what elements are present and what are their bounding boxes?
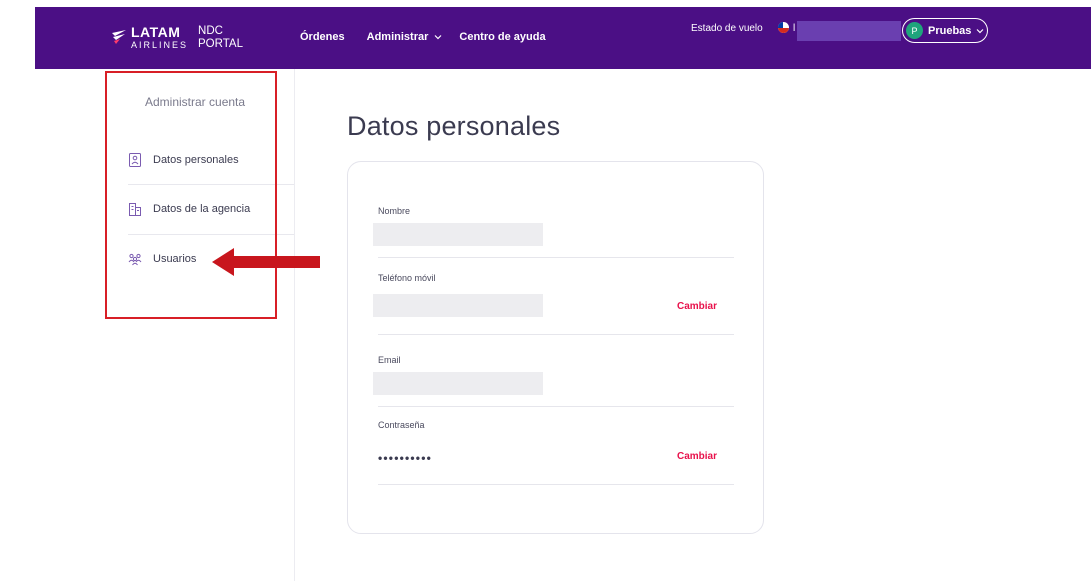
annotation-highlight-box (105, 71, 277, 319)
password-masked-value: •••••••••• (378, 451, 433, 465)
portal-name: NDC PORTAL (198, 25, 243, 51)
country-selector-text: l (793, 23, 796, 34)
page: LATAM AIRLINES NDC PORTAL Órdenes Admini… (0, 0, 1091, 581)
chile-flag-icon (778, 22, 789, 33)
field-separator (378, 484, 734, 485)
nombre-value-redacted (373, 223, 543, 246)
field-separator (378, 406, 734, 407)
nav-item-ordenes[interactable]: Órdenes (300, 31, 345, 43)
nav-item-administrar[interactable]: Administrar (367, 31, 443, 43)
redacted-area (797, 21, 901, 41)
logo-sub: AIRLINES (131, 40, 189, 50)
email-value-redacted (373, 372, 543, 395)
change-phone-link[interactable]: Cambiar (677, 301, 717, 312)
profile-menu-button[interactable]: P Pruebas (902, 18, 988, 43)
nav-item-centro-de-ayuda[interactable]: Centro de ayuda (459, 31, 545, 43)
flight-status-link[interactable]: Estado de vuelo (691, 23, 763, 34)
main-nav: Órdenes Administrar Centro de ayuda (300, 31, 568, 43)
logo-words: LATAM AIRLINES (131, 25, 188, 50)
portal-line-1: NDC (198, 25, 223, 37)
field-label-telefono: Teléfono móvil (378, 273, 436, 283)
sidebar-divider (294, 69, 295, 581)
profile-name: Pruebas (928, 24, 972, 37)
nav-label: Administrar (366, 31, 429, 43)
latam-logo[interactable]: LATAM AIRLINES NDC PORTAL (110, 25, 243, 51)
latam-bird-icon (112, 30, 126, 44)
chevron-down-icon (976, 28, 984, 33)
annotation-arrow-left-icon (212, 248, 320, 276)
avatar: P (906, 22, 923, 39)
page-title: Datos personales (347, 111, 561, 141)
field-label-contrasena: Contraseña (378, 420, 425, 430)
field-label-email: Email (378, 355, 401, 365)
nav-label: Órdenes (300, 31, 345, 43)
field-separator (378, 334, 734, 335)
field-separator (378, 257, 734, 258)
telefono-value-redacted (373, 294, 543, 317)
field-label-nombre: Nombre (378, 206, 411, 216)
nav-label: Centro de ayuda (459, 31, 546, 43)
logo-name: LATAM (131, 24, 181, 40)
personal-data-card (347, 161, 764, 534)
chevron-down-icon (434, 35, 442, 40)
change-password-link[interactable]: Cambiar (677, 451, 717, 462)
portal-line-2: PORTAL (198, 38, 243, 50)
